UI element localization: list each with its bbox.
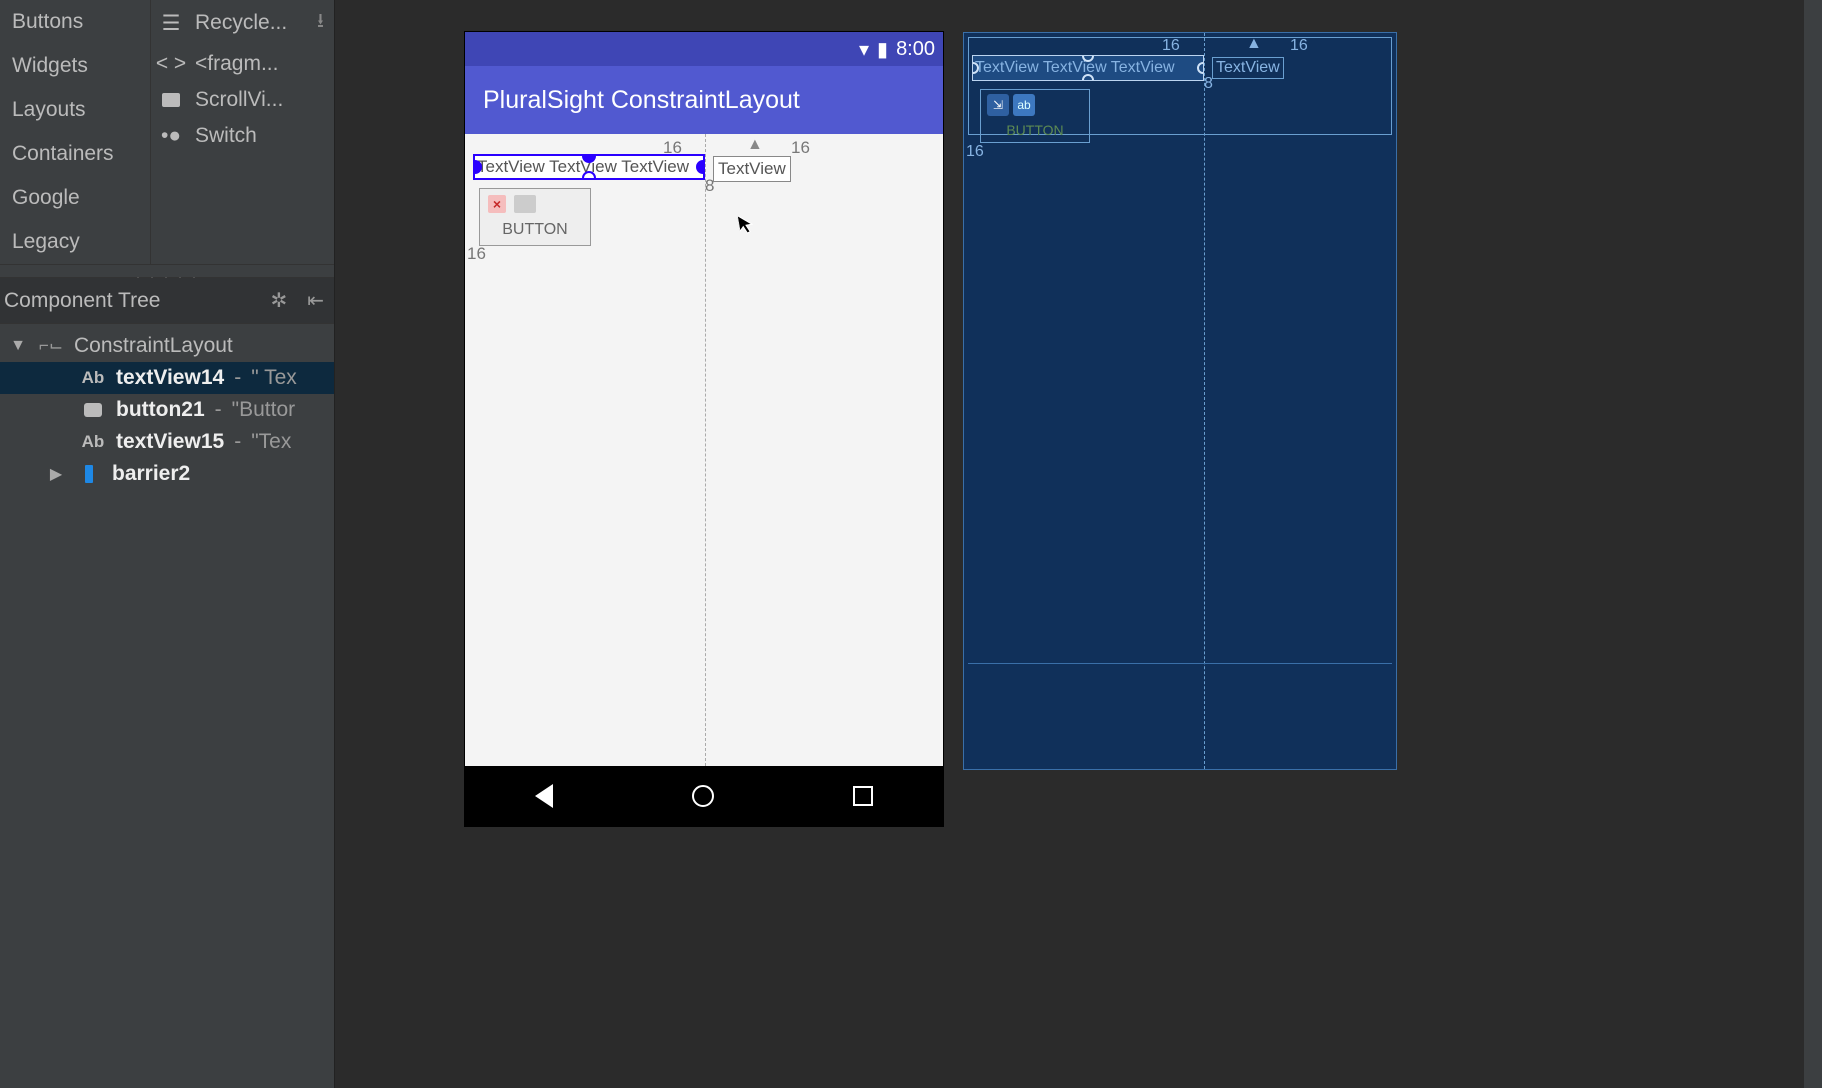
device-preview[interactable]: ▾ ▮ 8:00 PluralSight ConstraintLayout 16… [465, 32, 943, 1088]
nav-bar [465, 766, 943, 826]
scrollbar[interactable] [1804, 0, 1822, 1088]
canvas-textview14[interactable]: TextView TextView TextView [473, 154, 705, 180]
textview-icon: Ab [80, 432, 106, 452]
nav-recent-icon[interactable] [853, 786, 873, 806]
bp-ab-badge-icon: ab [1013, 94, 1035, 116]
canvas-textview15[interactable]: TextView [713, 156, 791, 182]
bp-textview14-text: TextView TextView TextView [975, 59, 1175, 77]
palette-cat-buttons[interactable]: Buttons [0, 0, 150, 44]
wifi-icon: ▾ [859, 37, 869, 62]
bp-navbar-outline [968, 663, 1392, 664]
tree-item-id: textView15 [116, 430, 224, 454]
bp-textview14[interactable]: TextView TextView TextView [972, 55, 1204, 81]
scrollview-icon [157, 93, 185, 107]
tree-item-button21[interactable]: button21 - "Buttor [0, 394, 334, 426]
tree-item-value: - [234, 366, 241, 390]
palette-categories: Buttons Widgets Layouts Containers Googl… [0, 0, 150, 264]
palette-item-switch[interactable]: •● Switch [151, 118, 330, 154]
collapse-icon[interactable]: ⇤ [307, 288, 324, 313]
palette-cat-widgets[interactable]: Widgets [0, 44, 150, 88]
nav-back-icon[interactable] [535, 784, 553, 808]
bp-margin-label: 16 [1290, 37, 1308, 55]
bp-margin-label: 16 [1162, 37, 1180, 55]
bp-textview15[interactable]: TextView [1212, 57, 1284, 79]
tree-item-id: barrier2 [112, 462, 190, 486]
bp-constraint-arrow-up-icon: ▲ [1246, 35, 1262, 53]
expand-down-icon[interactable]: ▼ [8, 337, 28, 355]
left-panel: Buttons Widgets Layouts Containers Googl… [0, 0, 335, 1088]
palette-cat-layouts[interactable]: Layouts [0, 88, 150, 132]
tree-item-value-text: "Tex [251, 430, 291, 454]
gear-icon[interactable]: ✲ [270, 288, 287, 313]
battery-icon: ▮ [877, 37, 888, 62]
palette: Buttons Widgets Layouts Containers Googl… [0, 0, 334, 264]
palette-cat-google[interactable]: Google [0, 176, 150, 220]
barrier-icon [76, 465, 102, 483]
bp-margin-label: 16 [966, 143, 984, 161]
palette-item-recyclerview[interactable]: ☰ Recycle... ⭳ [151, 0, 330, 46]
margin-label: 16 [467, 244, 486, 264]
download-icon[interactable]: ⭳ [317, 6, 324, 40]
tree-item-id: textView14 [116, 366, 224, 390]
expand-right-icon[interactable]: ▶ [46, 464, 66, 484]
textview-icon: Ab [80, 368, 106, 388]
switch-icon: •● [157, 124, 185, 148]
bp-barrier2[interactable] [1204, 33, 1205, 769]
palette-cat-containers[interactable]: Containers [0, 132, 150, 176]
bp-anchor-right[interactable] [1197, 62, 1204, 74]
palette-item-fragment[interactable]: < > <fragm... [151, 46, 330, 82]
bp-button-text: BUTTON [1006, 122, 1063, 138]
tree-item-id: button21 [116, 398, 205, 422]
status-time: 8:00 [896, 38, 935, 61]
canvas-barrier2[interactable] [705, 134, 706, 766]
palette-item-label: ScrollVi... [195, 88, 283, 112]
tree-item-textview15[interactable]: Ab textView15 - "Tex [0, 426, 334, 458]
anchor-bottom[interactable] [582, 171, 596, 180]
resize-grip[interactable]: ﹒﹒﹒﹒﹒ [0, 264, 334, 278]
wrap-badge-icon [514, 195, 536, 213]
design-surface: ▾ ▮ 8:00 PluralSight ConstraintLayout 16… [335, 0, 1822, 1088]
palette-item-label: <fragm... [195, 52, 278, 76]
canvas-button-text: BUTTON [502, 221, 567, 239]
list-icon: ☰ [157, 11, 185, 36]
app-title: PluralSight ConstraintLayout [483, 86, 800, 115]
tree-item-value-text: "Buttor [232, 398, 295, 422]
palette-items: ☰ Recycle... ⭳ < > <fragm... ScrollVi...… [150, 0, 334, 264]
blueprint-view[interactable]: 16 16 8 16 ▲ TextView TextView TextView … [963, 32, 1397, 770]
component-tree: ▼ ⌐⌙ ConstraintLayout Ab textView14 - " … [0, 324, 334, 496]
palette-cat-legacy[interactable]: Legacy [0, 220, 150, 264]
tree-item-textview14[interactable]: Ab textView14 - " Tex [0, 362, 334, 394]
canvas-button21[interactable]: × BUTTON [479, 188, 591, 246]
tree-root[interactable]: ▼ ⌐⌙ ConstraintLayout [0, 330, 334, 362]
bp-constraint-badge-icon: ⇲ [987, 94, 1009, 116]
constraint-arrow-up-icon: ▲ [747, 136, 763, 154]
anchor-right[interactable] [696, 160, 705, 174]
palette-item-scrollview[interactable]: ScrollVi... [151, 82, 330, 118]
status-bar: ▾ ▮ 8:00 [465, 32, 943, 66]
button-icon [80, 403, 106, 417]
palette-item-label: Switch [195, 124, 257, 148]
tree-item-value-text: " Tex [251, 366, 297, 390]
layout-content[interactable]: 16 16 8 16 ▲ TextView TextView TextView [465, 134, 943, 766]
error-badge-icon: × [488, 195, 506, 213]
margin-label: 16 [791, 138, 810, 158]
mouse-cursor-icon [737, 213, 757, 237]
component-tree-header: Component Tree ✲ ⇤ [0, 278, 334, 324]
tree-root-id: ConstraintLayout [74, 334, 233, 358]
bp-button21[interactable]: ⇲ ab BUTTON [980, 89, 1090, 143]
nav-home-icon[interactable] [692, 785, 714, 807]
app-bar: PluralSight ConstraintLayout [465, 66, 943, 134]
bp-anchor-bottom[interactable] [1082, 74, 1094, 81]
component-tree-title: Component Tree [4, 289, 160, 313]
palette-item-label: Recycle... [195, 11, 287, 35]
fragment-icon: < > [157, 52, 185, 76]
tree-item-barrier2[interactable]: ▶ barrier2 [0, 458, 334, 490]
constraintlayout-icon: ⌐⌙ [38, 336, 64, 356]
